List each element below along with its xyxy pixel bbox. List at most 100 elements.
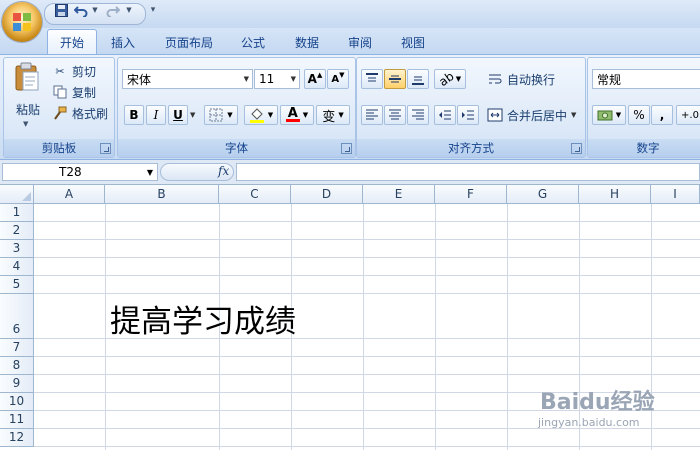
redo-icon[interactable] <box>104 2 122 18</box>
column-header-e[interactable]: E <box>363 185 435 204</box>
font-group-label: 字体 <box>118 139 355 157</box>
align-right-button[interactable] <box>407 105 429 125</box>
gridline <box>34 275 700 276</box>
font-size-combo[interactable]: 11 ▼ <box>254 69 300 89</box>
accounting-format-button[interactable]: ▼ <box>592 105 626 125</box>
align-left-icon <box>366 109 378 120</box>
gridline <box>363 204 364 450</box>
number-group-label: 数字 <box>588 139 700 157</box>
undo-dropdown-icon[interactable]: ▼ <box>90 2 100 18</box>
wrap-text-button[interactable]: 自动换行 <box>487 69 555 89</box>
column-header-f[interactable]: F <box>435 185 507 204</box>
font-color-button[interactable]: A ▼ <box>280 105 314 125</box>
select-all-button[interactable] <box>0 185 34 204</box>
row-header-8[interactable]: 8 <box>0 357 34 375</box>
gridline <box>507 204 508 450</box>
shrink-font-button[interactable]: A ▼ <box>327 69 349 89</box>
column-header-i[interactable]: I <box>651 185 700 204</box>
format-painter-button[interactable]: 格式刷 <box>52 103 108 123</box>
office-button[interactable] <box>2 2 42 42</box>
increase-indent-button[interactable] <box>457 105 479 125</box>
column-header-g[interactable]: G <box>507 185 579 204</box>
column-header-h[interactable]: H <box>579 185 651 204</box>
row-header-3[interactable]: 3 <box>0 240 34 258</box>
formula-input[interactable] <box>236 163 700 181</box>
row-header-1[interactable]: 1 <box>0 204 34 222</box>
tab-page-layout[interactable]: 页面布局 <box>155 30 223 54</box>
copy-icon <box>52 84 68 100</box>
save-icon[interactable] <box>52 2 70 18</box>
clipboard-dialog-launcher-icon[interactable] <box>100 143 111 154</box>
column-header-d[interactable]: D <box>291 185 363 204</box>
row-header-10[interactable]: 10 <box>0 393 34 411</box>
align-top-button[interactable] <box>361 69 383 89</box>
gridline <box>34 221 700 222</box>
tab-insert[interactable]: 插入 <box>100 30 146 54</box>
decrease-indent-button[interactable] <box>434 105 456 125</box>
cell-b6-text[interactable]: 提高学习成绩 <box>110 296 296 341</box>
row-header-9[interactable]: 9 <box>0 375 34 393</box>
grow-font-label: A <box>307 72 317 86</box>
align-left-button[interactable] <box>361 105 383 125</box>
tab-view[interactable]: 视图 <box>390 30 436 54</box>
tab-data[interactable]: 数据 <box>284 30 330 54</box>
underline-dropdown-icon[interactable]: ▼ <box>190 111 195 119</box>
merge-center-button[interactable]: 合并后居中 ▼ <box>487 105 576 125</box>
percent-button[interactable]: % <box>628 105 650 125</box>
copy-button[interactable]: 复制 <box>52 82 96 102</box>
baidu-watermark-url: jingyan.baidu.com <box>538 416 640 429</box>
borders-dropdown-icon: ▼ <box>227 111 233 119</box>
align-middle-button[interactable] <box>384 69 406 89</box>
alignment-group: ab ▼ 自动换行 合并后居中 ▼ 对齐方式 <box>356 57 586 158</box>
alignment-dialog-launcher-icon[interactable] <box>571 143 582 154</box>
name-box-value: T28 <box>59 165 82 179</box>
row-header-7[interactable]: 7 <box>0 339 34 357</box>
font-dialog-launcher-icon[interactable] <box>341 143 352 154</box>
redo-dropdown-icon[interactable]: ▼ <box>124 2 134 18</box>
row-header-12[interactable]: 12 <box>0 429 34 447</box>
orientation-button[interactable]: ab ▼ <box>434 69 466 89</box>
borders-icon <box>209 108 223 122</box>
align-bottom-button[interactable] <box>407 69 429 89</box>
grow-font-button[interactable]: A ▲ <box>304 69 326 89</box>
row-header-11[interactable]: 11 <box>0 411 34 429</box>
increase-decimal-button[interactable]: +.0 <box>676 105 700 125</box>
paste-button[interactable]: 粘贴 ▼ <box>8 60 44 132</box>
paste-icon <box>15 62 39 91</box>
borders-button[interactable]: ▼ <box>204 105 238 125</box>
customize-qat-icon[interactable]: ▾ <box>148 2 158 18</box>
tab-home[interactable]: 开始 <box>47 29 97 54</box>
underline-button[interactable]: U <box>168 105 188 125</box>
gridline <box>34 374 700 375</box>
undo-icon[interactable] <box>72 2 90 18</box>
phonetic-guide-button[interactable]: 变 ▼ <box>316 105 350 125</box>
name-box-dropdown-icon[interactable]: ▼ <box>147 168 153 177</box>
font-name-combo[interactable]: 宋体 ▼ <box>122 69 253 89</box>
row-header-4[interactable]: 4 <box>0 258 34 276</box>
gridline <box>105 204 106 450</box>
tab-formulas[interactable]: 公式 <box>230 30 276 54</box>
comma-style-button[interactable]: , <box>651 105 673 125</box>
orientation-icon: ab <box>436 68 457 90</box>
clipboard-group: 粘贴 ▼ ✂ 剪切 复制 格式刷 剪贴板 <box>3 57 115 158</box>
align-center-button[interactable] <box>384 105 406 125</box>
tab-review[interactable]: 审阅 <box>337 30 383 54</box>
wrap-text-icon <box>487 71 503 87</box>
bold-button[interactable]: B <box>124 105 144 125</box>
format-painter-label: 格式刷 <box>72 106 109 121</box>
font-color-swatch <box>285 119 300 122</box>
column-header-b[interactable]: B <box>105 185 219 204</box>
scissors-icon: ✂ <box>55 64 65 78</box>
insert-function-icon[interactable]: fx <box>218 164 229 178</box>
column-header-a[interactable]: A <box>34 185 105 204</box>
fill-color-button[interactable]: ▼ <box>244 105 278 125</box>
row-header-2[interactable]: 2 <box>0 222 34 240</box>
number-format-combo[interactable]: 常规 <box>592 69 700 89</box>
column-header-c[interactable]: C <box>219 185 291 204</box>
cut-button[interactable]: ✂ 剪切 <box>52 61 96 81</box>
row-header-6[interactable]: 6 <box>0 294 34 339</box>
row-header-5[interactable]: 5 <box>0 276 34 294</box>
align-right-icon <box>412 109 424 120</box>
name-box[interactable]: T28 ▼ <box>2 163 158 181</box>
italic-button[interactable]: I <box>146 105 166 125</box>
